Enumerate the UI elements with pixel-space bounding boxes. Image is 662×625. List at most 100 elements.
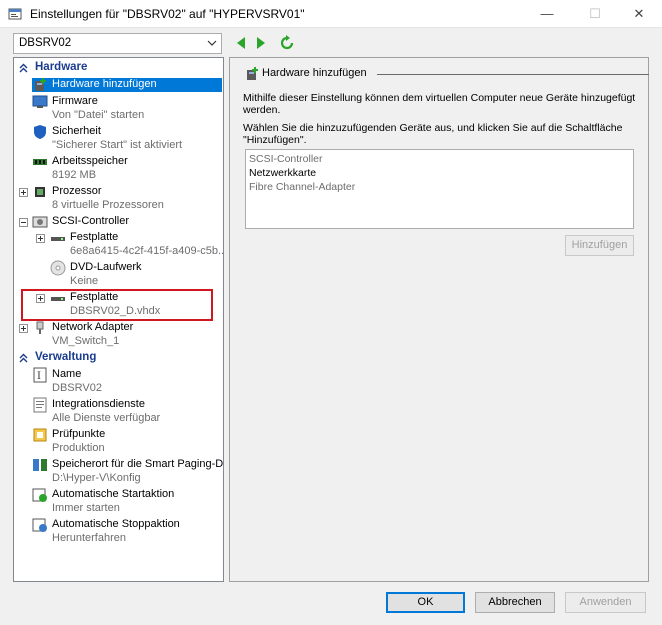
add-hardware-icon bbox=[247, 67, 258, 80]
tree-item-checkpoints[interactable]: Prüfpunkte Produktion bbox=[32, 427, 222, 457]
tree-item-label: Prüfpunkte bbox=[52, 428, 106, 440]
tree-item-hard-disk-1[interactable]: Festplatte 6e8a6415-4c2f-415f-a409-c5b..… bbox=[50, 230, 224, 260]
tree-item-sub: Alle Dienste verfügbar bbox=[52, 412, 161, 424]
tree-item-processor[interactable]: Prozessor 8 virtuelle Prozessoren bbox=[32, 184, 222, 214]
checkpoint-icon bbox=[33, 428, 47, 442]
tree-item-smart-paging[interactable]: Speicherort für die Smart Paging-D... D:… bbox=[32, 457, 224, 487]
scsi-controller-icon bbox=[32, 216, 48, 228]
tree-item-sub: Immer starten bbox=[52, 502, 120, 514]
device-option-fibre-channel[interactable]: Fibre Channel-Adapter bbox=[249, 181, 355, 193]
desc-line: werden. bbox=[243, 104, 281, 116]
forward-arrow-icon[interactable] bbox=[253, 35, 269, 51]
tree-item-label: Name bbox=[52, 368, 82, 380]
hardware-section-header[interactable]: Hardware bbox=[14, 60, 223, 76]
back-arrow-icon[interactable] bbox=[233, 35, 249, 51]
expand-processor-toggle[interactable] bbox=[19, 188, 28, 197]
tree-item-dvd-drive[interactable]: DVD-Laufwerk Keine bbox=[50, 260, 222, 290]
expand-disk1-toggle[interactable] bbox=[36, 234, 45, 243]
network-adapter-icon bbox=[36, 321, 44, 334]
tree-item-label: Automatische Stoppaktion bbox=[52, 518, 180, 530]
collapse-chevron-icon bbox=[19, 353, 28, 363]
add-hardware-icon bbox=[35, 78, 46, 91]
tree-item-security[interactable]: Sicherheit "Sicherer Start" ist aktivier… bbox=[32, 124, 222, 154]
settings-app-icon bbox=[8, 8, 22, 20]
tree-item-label: Festplatte bbox=[70, 231, 119, 243]
collapse-chevron-icon bbox=[19, 63, 28, 73]
desc-line: Mithilfe dieser Einstellung können dem v… bbox=[243, 92, 636, 104]
auto-start-icon bbox=[32, 488, 47, 502]
tree-item-sub: D:\Hyper-V\Konfig bbox=[52, 472, 141, 484]
tree-item-sub: Herunterfahren bbox=[52, 532, 126, 544]
tree-item-label: Prozessor bbox=[52, 185, 102, 197]
maximize-button[interactable]: ☐ bbox=[572, 0, 618, 28]
tree-item-label: Sicherheit bbox=[52, 125, 101, 137]
auto-stop-icon bbox=[32, 518, 47, 532]
desc-line: Wählen Sie die hinzuzufügenden Geräte au… bbox=[243, 122, 623, 134]
highlight-annotation bbox=[21, 289, 213, 321]
details-panel: Hardware hinzufügen Mithilfe dieser Eins… bbox=[229, 57, 649, 582]
tree-item-label: Automatische Startaktion bbox=[52, 488, 175, 500]
panel-description-1: Mithilfe dieser Einstellung können dem v… bbox=[243, 92, 638, 116]
tree-item-network-adapter[interactable]: Network Adapter VM_Switch_1 bbox=[32, 320, 222, 350]
firmware-icon bbox=[32, 95, 48, 108]
hard-disk-icon bbox=[51, 237, 65, 241]
tree-item-label: Arbeitsspeicher bbox=[52, 155, 128, 167]
tree-item-label: DVD-Laufwerk bbox=[70, 261, 142, 273]
svg-text:I: I bbox=[37, 371, 41, 382]
device-option-network[interactable]: Netzwerkkarte bbox=[249, 167, 316, 179]
ok-button[interactable]: OK bbox=[386, 592, 465, 613]
vm-selector[interactable]: DBSRV02 bbox=[13, 33, 222, 54]
title-bar: Einstellungen für "DBSRV02" auf "HYPERVS… bbox=[0, 0, 662, 28]
vm-selector-value: DBSRV02 bbox=[19, 37, 72, 49]
apply-button[interactable]: Anwenden bbox=[565, 592, 646, 613]
integration-services-icon bbox=[33, 397, 47, 413]
tree-item-sub: Von "Datei" starten bbox=[52, 109, 145, 121]
management-section-header[interactable]: Verwaltung bbox=[14, 350, 223, 366]
tree-item-label: Firmware bbox=[52, 95, 98, 107]
tree-item-label: Speicherort für die Smart Paging-D... bbox=[52, 458, 224, 470]
tree-item-auto-start[interactable]: Automatische Startaktion Immer starten bbox=[32, 487, 222, 517]
dvd-drive-icon bbox=[50, 260, 66, 276]
tree-item-scsi-controller[interactable]: SCSI-Controller bbox=[32, 214, 222, 230]
management-header-label: Verwaltung bbox=[35, 351, 97, 363]
name-icon: I bbox=[33, 367, 47, 383]
tree-item-integration-services[interactable]: Integrationsdienste Alle Dienste verfügb… bbox=[32, 397, 222, 427]
tree-item-auto-stop[interactable]: Automatische Stoppaktion Herunterfahren bbox=[32, 517, 222, 547]
chevron-down-icon bbox=[207, 40, 217, 46]
shield-icon bbox=[34, 125, 46, 139]
tree-item-label: Network Adapter bbox=[52, 321, 134, 333]
tree-item-add-hardware[interactable]: Hardware hinzufügen bbox=[32, 77, 222, 92]
smart-paging-icon bbox=[33, 459, 47, 471]
collapse-scsi-toggle[interactable] bbox=[19, 218, 28, 227]
refresh-icon[interactable] bbox=[279, 35, 295, 51]
tree-item-label: Integrationsdienste bbox=[52, 398, 145, 410]
panel-title: Hardware hinzufügen bbox=[262, 67, 367, 79]
tree-item-sub: 8 virtuelle Prozessoren bbox=[52, 199, 164, 211]
tree-item-sub: 6e8a6415-4c2f-415f-a409-c5b... bbox=[70, 245, 224, 257]
panel-header-divider bbox=[377, 74, 649, 75]
tree-item-label: SCSI-Controller bbox=[52, 215, 130, 227]
expand-network-toggle[interactable] bbox=[19, 324, 28, 333]
window-title: Einstellungen für "DBSRV02" auf "HYPERVS… bbox=[30, 7, 305, 21]
cancel-button[interactable]: Abbrechen bbox=[475, 592, 555, 613]
tree-item-memory[interactable]: Arbeitsspeicher 8192 MB bbox=[32, 154, 222, 184]
device-option-scsi[interactable]: SCSI-Controller bbox=[249, 153, 323, 165]
tree-item-sub: 8192 MB bbox=[52, 169, 97, 181]
tree-item-sub: Keine bbox=[70, 275, 99, 287]
device-list[interactable]: SCSI-Controller Netzwerkkarte Fibre Chan… bbox=[245, 149, 634, 229]
tree-item-firmware[interactable]: Firmware Von "Datei" starten bbox=[32, 94, 222, 124]
tree-item-name[interactable]: I Name DBSRV02 bbox=[32, 367, 222, 397]
tree-item-sub: DBSRV02 bbox=[52, 382, 102, 394]
hardware-header-label: Hardware bbox=[35, 61, 88, 73]
desc-line: "Hinzufügen". bbox=[243, 134, 307, 146]
memory-icon bbox=[33, 159, 47, 165]
processor-icon bbox=[35, 187, 45, 197]
tree-item-sub: "Sicherer Start" ist aktiviert bbox=[52, 139, 183, 151]
tree-item-label: Hardware hinzufügen bbox=[52, 78, 157, 90]
tree-item-sub: VM_Switch_1 bbox=[52, 335, 120, 347]
close-button[interactable]: ✕ bbox=[616, 0, 662, 28]
minimize-button[interactable]: — bbox=[524, 0, 570, 28]
tree-item-sub: Produktion bbox=[52, 442, 105, 454]
panel-description-2: Wählen Sie die hinzuzufügenden Geräte au… bbox=[243, 122, 638, 146]
add-button[interactable]: Hinzufügen bbox=[565, 235, 634, 256]
